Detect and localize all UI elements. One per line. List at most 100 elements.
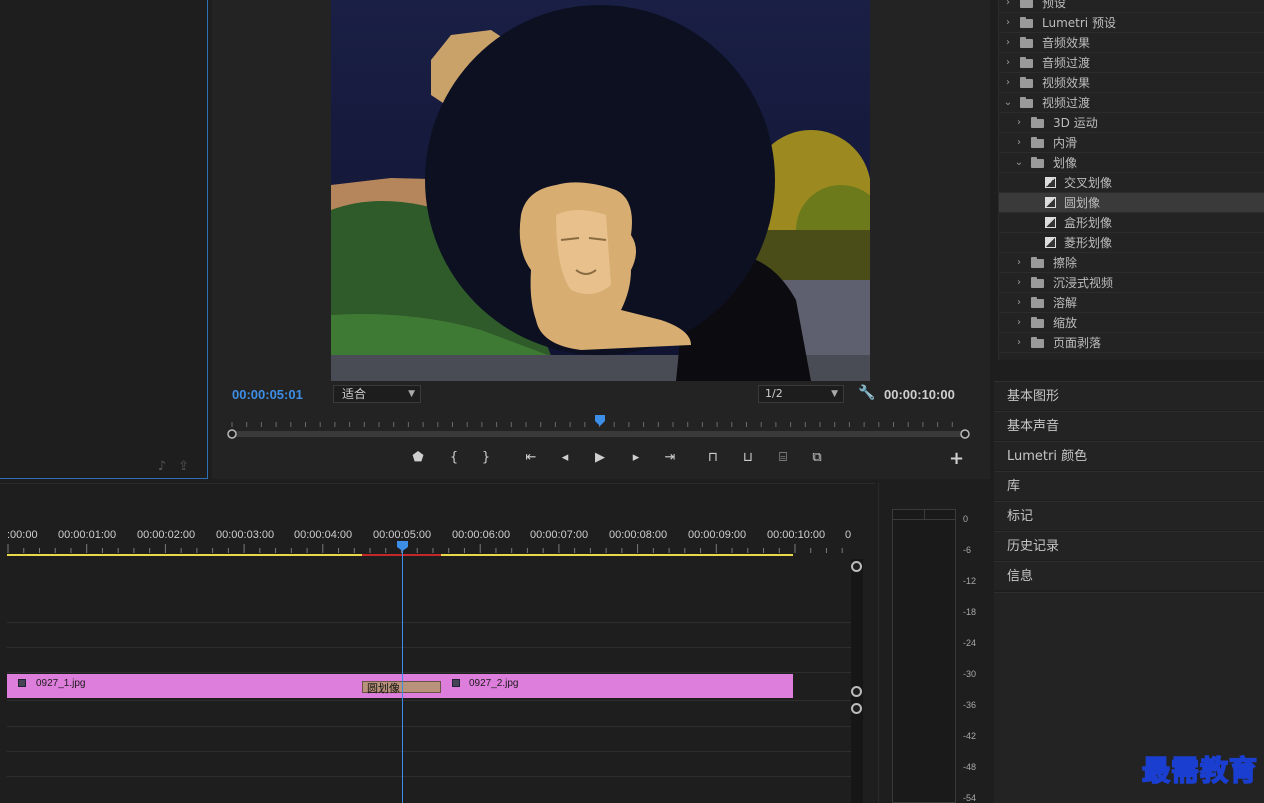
chevron-right-icon[interactable]: › — [1014, 133, 1024, 153]
step-back-button[interactable]: ◂ — [554, 448, 576, 468]
effect-item[interactable]: 交叉划像 — [999, 173, 1264, 193]
effect-folder[interactable]: ⌄ 视频过渡 — [999, 93, 1264, 113]
lift-button[interactable]: ⊓ — [702, 448, 724, 468]
effect-folder[interactable]: › 视频效果 — [999, 73, 1264, 93]
transition-effect-icon — [1045, 217, 1056, 228]
scroll-handle-lower[interactable] — [851, 703, 862, 714]
playback-resolution-select[interactable]: 1/2 ▼ — [758, 385, 844, 403]
effect-folder[interactable]: ⌄ 划像 — [999, 153, 1264, 173]
zoom-level-value: 适合 — [342, 387, 367, 401]
meter-scale-label: -24 — [963, 638, 977, 648]
program-scrub-bar[interactable] — [226, 410, 971, 440]
meter-scale-label: -6 — [963, 545, 972, 555]
folder-icon — [1031, 277, 1044, 288]
chevron-right-icon[interactable]: › — [1003, 33, 1013, 53]
settings-wrench-icon[interactable]: 🔧 — [858, 385, 875, 401]
chevron-down-icon[interactable]: ⌄ — [1014, 153, 1024, 173]
effect-folder[interactable]: › 音频过渡 — [999, 53, 1264, 73]
export-frame-button[interactable]: ⌸ — [772, 448, 794, 468]
add-marker-button[interactable]: ⬟ — [407, 448, 429, 468]
folder-icon — [1020, 97, 1033, 108]
scroll-handle-mid[interactable] — [851, 686, 862, 697]
panel-lumetri-color[interactable]: Lumetri 颜色 — [994, 441, 1264, 470]
chevron-right-icon[interactable]: › — [1003, 53, 1013, 73]
chevron-right-icon[interactable]: › — [1003, 13, 1013, 33]
zoom-level-select[interactable]: 适合 ▼ — [333, 385, 421, 403]
ruler-ticks — [7, 544, 843, 556]
chevron-right-icon[interactable]: › — [1014, 273, 1024, 293]
folder-icon — [1031, 137, 1044, 148]
track-divider — [7, 672, 852, 673]
chevron-right-icon[interactable]: › — [1014, 113, 1024, 133]
track-divider — [7, 751, 852, 752]
chevron-right-icon[interactable]: › — [1014, 293, 1024, 313]
effect-folder[interactable]: › Lumetri 预设 — [999, 13, 1264, 33]
effect-folder[interactable]: › 内滑 — [999, 133, 1264, 153]
button-editor-add-button[interactable]: + — [949, 448, 964, 469]
timeline-playhead-line — [402, 546, 403, 803]
effect-item[interactable]: 圆划像 — [999, 193, 1264, 213]
effect-folder[interactable]: › 页面剥落 — [999, 333, 1264, 353]
effect-label: 沉浸式视频 — [1053, 276, 1114, 290]
panel-essential-sound[interactable]: 基本声音 — [994, 411, 1264, 440]
chevron-right-icon[interactable]: › — [1003, 0, 1013, 13]
clip-thumbnail-icon — [18, 679, 26, 687]
meter-scale-label: -48 — [963, 762, 977, 772]
effect-label: 缩放 — [1053, 316, 1078, 330]
clip-thumbnail-icon — [452, 679, 460, 687]
clip-1-name[interactable]: 0927_1.jpg — [36, 678, 86, 689]
effect-label: 视频过渡 — [1042, 96, 1091, 110]
scroll-handle-top[interactable] — [851, 561, 862, 572]
effect-folder[interactable]: › 擦除 — [999, 253, 1264, 273]
panel-essential-graphics[interactable]: 基本图形 — [994, 381, 1264, 410]
program-video-preview[interactable] — [331, 0, 870, 381]
meter-scale-label: -30 — [963, 669, 977, 679]
play-button[interactable]: ▶ — [589, 448, 611, 468]
duration-timecode: 00:00:10:00 — [884, 387, 955, 402]
audio-meter-panel: 0 -6 -12 -18 -24 -30 -36 -42 -48 -54 — [878, 483, 990, 803]
panel-markers[interactable]: 标记 — [994, 501, 1264, 530]
chevron-right-icon[interactable]: › — [1014, 333, 1024, 353]
track-divider — [7, 622, 852, 623]
effect-folder[interactable]: › 溶解 — [999, 293, 1264, 313]
chevron-down-icon[interactable]: ⌄ — [1003, 93, 1013, 113]
folder-icon — [1031, 317, 1044, 328]
meter-scale-label: -18 — [963, 607, 977, 617]
effect-folder[interactable]: › 音频效果 — [999, 33, 1264, 53]
playhead-timecode[interactable]: 00:00:05:01 — [232, 387, 303, 402]
mark-in-button[interactable]: { — [443, 448, 465, 468]
track-divider — [7, 776, 852, 777]
chevron-right-icon[interactable]: › — [1014, 253, 1024, 273]
export-frame-icon[interactable]: ⇪ — [178, 459, 189, 474]
mark-out-button[interactable]: } — [475, 448, 497, 468]
panel-libraries[interactable]: 库 — [994, 471, 1264, 500]
panel-info[interactable]: 信息 — [994, 561, 1264, 590]
effect-folder[interactable]: › 预设 — [999, 0, 1264, 13]
folder-icon — [1020, 57, 1033, 68]
effect-label: 内滑 — [1053, 136, 1078, 150]
chevron-right-icon[interactable]: › — [1003, 73, 1013, 93]
folder-icon — [1031, 257, 1044, 268]
extract-button[interactable]: ⊔ — [737, 448, 759, 468]
effect-folder[interactable]: › 3D 运动 — [999, 113, 1264, 133]
effect-folder[interactable]: › 缩放 — [999, 313, 1264, 333]
transition-effect-icon — [1045, 177, 1056, 188]
effect-label: 音频过渡 — [1042, 56, 1091, 70]
timeline-vertical-scrollbar[interactable] — [851, 559, 863, 803]
effect-folder[interactable]: › 沉浸式视频 — [999, 273, 1264, 293]
timeline-ruler[interactable]: :00:00 00:00:01:00 00:00:02:00 00:00:03:… — [0, 524, 870, 564]
panel-history[interactable]: 历史记录 — [994, 531, 1264, 560]
audio-note-icon[interactable]: ♪ — [158, 459, 166, 474]
comparison-view-button[interactable]: ⧉ — [806, 448, 828, 468]
clip-2-name[interactable]: 0927_2.jpg — [469, 678, 519, 689]
effect-item[interactable]: 盒形划像 — [999, 213, 1264, 233]
step-forward-button[interactable]: ▸ — [625, 448, 647, 468]
effect-label: 擦除 — [1053, 256, 1078, 270]
effect-item[interactable]: 菱形划像 — [999, 233, 1264, 253]
go-to-in-button[interactable]: ⇤ — [520, 448, 542, 468]
go-to-out-button[interactable]: ⇥ — [659, 448, 681, 468]
effect-label: 菱形划像 — [1064, 236, 1113, 250]
effect-label: 圆划像 — [1064, 196, 1101, 210]
effect-label: 盒形划像 — [1064, 216, 1113, 230]
chevron-right-icon[interactable]: › — [1014, 313, 1024, 333]
